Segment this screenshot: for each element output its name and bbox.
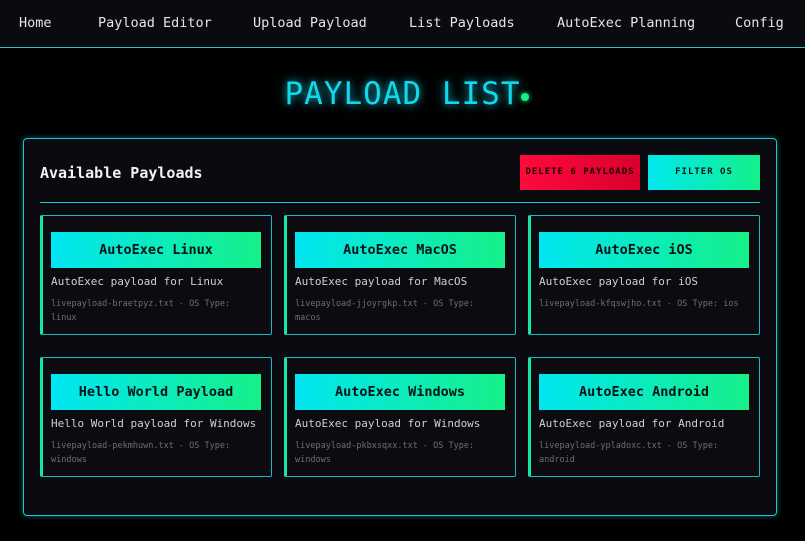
delete-payloads-button[interactable]: DELETE 6 PAYLOADS [520,155,640,190]
nav-autoexec-planning[interactable]: AutoExec Planning [557,15,695,31]
payload-card-description: AutoExec payload for Android [539,417,725,430]
payload-card-meta: livepayload-pekmhuwn.txt - OS Type: wind… [51,441,231,465]
payload-card[interactable]: AutoExec iOS AutoExec payload for iOS li… [528,215,760,335]
payload-card-title[interactable]: AutoExec Linux [51,232,261,268]
panel-divider [40,202,760,203]
payload-card-title[interactable]: AutoExec Windows [295,374,505,410]
payload-card-title[interactable]: AutoExec MacOS [295,232,505,268]
payload-card-meta: livepayload-kfqswjho.txt - OS Type: ios [539,299,739,309]
nav-config[interactable]: Config [735,15,784,31]
payload-card[interactable]: AutoExec Linux AutoExec payload for Linu… [40,215,272,335]
payload-card-title[interactable]: AutoExec Android [539,374,749,410]
filter-os-button[interactable]: FILTER OS [648,155,760,190]
nav-payload-editor[interactable]: Payload Editor [98,15,212,31]
nav-home[interactable]: Home [19,15,52,31]
nav-list-payloads[interactable]: List Payloads [409,15,515,31]
top-navbar: Home Payload Editor Upload Payload List … [0,0,805,48]
payload-card-description: AutoExec payload for MacOS [295,275,468,288]
payload-card[interactable]: AutoExec MacOS AutoExec payload for MacO… [284,215,516,335]
payload-card-meta: livepayload-ypladoxc.txt - OS Type: andr… [539,441,719,465]
payload-card-meta: livepayload-jjoyrgkp.txt - OS Type: maco… [295,299,475,323]
nav-upload-payload[interactable]: Upload Payload [253,15,367,31]
payload-card-title[interactable]: AutoExec iOS [539,232,749,268]
payload-card[interactable]: Hello World Payload Hello World payload … [40,357,272,477]
payload-card-meta: livepayload-pkbxsqxx.txt - OS Type: wind… [295,441,475,465]
payload-card-meta: livepayload-braetpyz.txt - OS Type: linu… [51,299,231,323]
payload-card[interactable]: AutoExec Android AutoExec payload for An… [528,357,760,477]
page-title-container: PAYLOAD LIST [0,76,805,112]
payload-card-description: AutoExec payload for Windows [295,417,481,430]
page-title: PAYLOAD LIST [284,76,521,112]
panel-title: Available Payloads [40,164,203,182]
payload-card-description: AutoExec payload for iOS [539,275,698,288]
payload-card[interactable]: AutoExec Windows AutoExec payload for Wi… [284,357,516,477]
payload-card-title[interactable]: Hello World Payload [51,374,261,410]
status-dot-icon [521,93,529,101]
payload-card-description: Hello World payload for Windows [51,417,257,430]
payload-card-description: AutoExec payload for Linux [51,275,224,288]
